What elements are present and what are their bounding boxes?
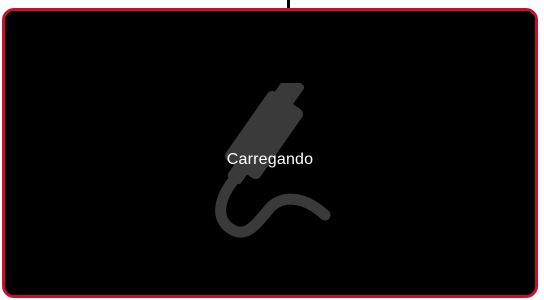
app-canvas: Carregando	[0, 0, 544, 300]
loading-screen: Carregando	[2, 8, 538, 298]
loading-label: Carregando	[226, 151, 314, 168]
